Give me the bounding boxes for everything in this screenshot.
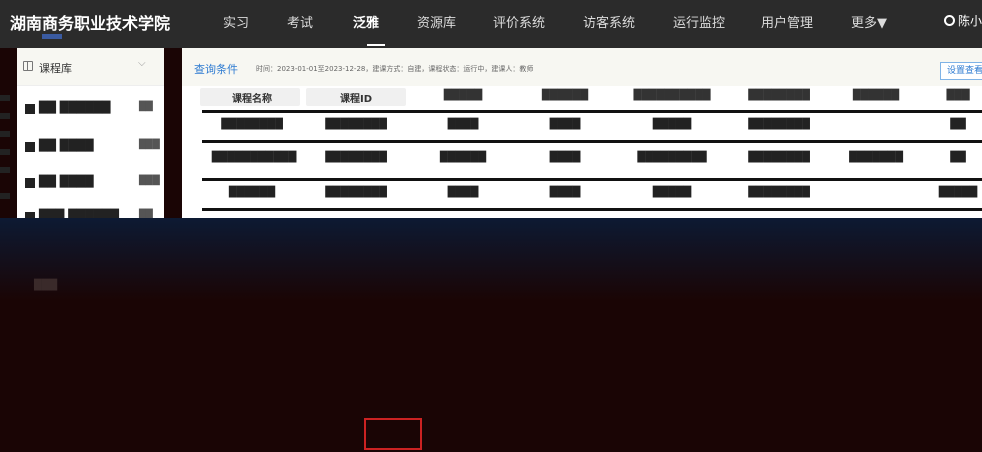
- logo-decoration: [42, 34, 62, 39]
- query-conditions: 时间：2023-01-01至2023-12-28，建课方式：自建，课程状态：运行…: [256, 65, 534, 73]
- row-divider: [202, 110, 982, 113]
- sidebar-item[interactable]: ██ ██████ ██: [17, 96, 164, 122]
- table-row[interactable]: ████████ ████████ ████ ████ █████ ██████…: [182, 114, 982, 138]
- chevron-down-icon[interactable]: ⌵: [138, 58, 146, 69]
- column-header[interactable]: ██████: [836, 90, 916, 101]
- column-header[interactable]: ██████: [520, 90, 610, 101]
- sidebar-item-label: ███ ██████: [39, 209, 119, 218]
- sidebar: 课程库 ⌵ ██ ██████ ██ ██ ████ ███ ██ ████ █…: [17, 48, 164, 218]
- nav-item-user-management[interactable]: 用户管理: [761, 12, 813, 31]
- left-edge-marks: [0, 95, 14, 215]
- column-header[interactable]: ███: [934, 90, 982, 101]
- sidebar-item-count: ███: [139, 176, 160, 186]
- table-cell: ████: [549, 152, 581, 163]
- table-cell: █████: [652, 187, 692, 198]
- column-header[interactable]: ██████████: [622, 90, 722, 101]
- column-header-course-name[interactable]: 课程名称: [212, 90, 292, 105]
- nav-item-fanya[interactable]: 泛雅: [353, 12, 379, 31]
- row-divider: [202, 208, 982, 211]
- sidebar-item-label: ██ ████: [39, 139, 94, 152]
- table-cell: █████: [652, 119, 692, 130]
- obscured-label: ███: [34, 280, 58, 291]
- table-cell: ██████: [228, 187, 276, 198]
- column-header[interactable]: █████: [418, 90, 508, 101]
- table-cell: ██████: [439, 152, 487, 163]
- table-cell: ████: [549, 187, 581, 198]
- table-cell: █████████: [637, 152, 707, 163]
- nav-item-evaluation[interactable]: 评价系统: [493, 12, 545, 31]
- sidebar-title: 课程库: [39, 62, 72, 75]
- nav-item-internship[interactable]: 实习: [223, 12, 249, 31]
- row-divider: [202, 178, 982, 181]
- sidebar-item-label: ██ ██████: [39, 101, 111, 114]
- table-cell: ██: [950, 119, 966, 130]
- table-row[interactable]: ███████████ ████████ ██████ ████ ███████…: [182, 144, 982, 176]
- table-cell: ████████: [748, 119, 810, 130]
- column-header-course-id[interactable]: 课程ID: [316, 90, 396, 105]
- table-cell: ████████: [221, 119, 283, 130]
- sidebar-item[interactable]: ██ ████ ███: [17, 170, 164, 196]
- book-icon: [23, 61, 33, 71]
- table-cell: ███████████: [211, 152, 297, 163]
- item-square-icon: [25, 178, 35, 188]
- table-cell: ████████: [325, 152, 387, 163]
- table-cell: ████████: [325, 187, 387, 198]
- nav-item-more[interactable]: 更多▼: [851, 12, 887, 31]
- pagination-button[interactable]: [364, 418, 422, 450]
- table-cell: █████: [938, 187, 978, 198]
- school-logo[interactable]: 湖南商务职业技术学院: [10, 10, 170, 34]
- sidebar-item-count: ██: [139, 210, 153, 218]
- nav-item-exam[interactable]: 考试: [287, 12, 313, 31]
- main-panel: 查询条件 时间：2023-01-01至2023-12-28，建课方式：自建，课程…: [182, 48, 982, 218]
- active-tab-indicator: [367, 44, 385, 46]
- table-cell: ████████: [748, 152, 810, 163]
- user-avatar-icon: [944, 15, 955, 26]
- nav-item-monitoring[interactable]: 运行监控: [673, 12, 725, 31]
- sidebar-header[interactable]: 课程库 ⌵: [17, 48, 164, 86]
- table-row[interactable]: ██████ ████████ ████ ████ █████ ████████…: [182, 182, 982, 206]
- sidebar-item-count: ██: [139, 102, 153, 112]
- table-cell: ██: [950, 152, 966, 163]
- settings-view-button[interactable]: 设置查看: [940, 62, 982, 80]
- table-cell: ███████: [849, 152, 903, 163]
- sidebar-item-label: ██ ████: [39, 175, 94, 188]
- table-cell: ████████: [748, 187, 810, 198]
- table-cell: ████: [549, 119, 581, 130]
- nav-item-resource-library[interactable]: 资源库: [417, 12, 456, 31]
- table-cell: ████: [447, 119, 479, 130]
- column-header[interactable]: ████████: [734, 90, 824, 101]
- query-bar: 查询条件 时间：2023-01-01至2023-12-28，建课方式：自建，课程…: [182, 48, 982, 86]
- query-label: 查询条件: [194, 63, 238, 76]
- table-header: 课程名称 课程ID █████ ██████ ██████████ ██████…: [182, 86, 982, 108]
- row-divider: [202, 140, 982, 143]
- item-square-icon: [25, 142, 35, 152]
- top-navigation-bar: 湖南商务职业技术学院 实习 考试 泛雅 资源库 评价系统 访客系统 运行监控 用…: [0, 0, 982, 48]
- sidebar-item[interactable]: ██ ████ ███: [17, 134, 164, 160]
- sidebar-item[interactable]: ███ ██████ ██: [17, 204, 164, 218]
- obscured-lower-area: ███: [0, 218, 982, 452]
- item-square-icon: [25, 104, 35, 114]
- sidebar-item-count: ███: [139, 140, 160, 150]
- table-cell: ████████: [325, 119, 387, 130]
- nav-item-visitor[interactable]: 访客系统: [583, 12, 635, 31]
- user-name: 陈小: [958, 14, 982, 28]
- user-menu[interactable]: 陈小: [944, 12, 982, 29]
- table-cell: ████: [447, 187, 479, 198]
